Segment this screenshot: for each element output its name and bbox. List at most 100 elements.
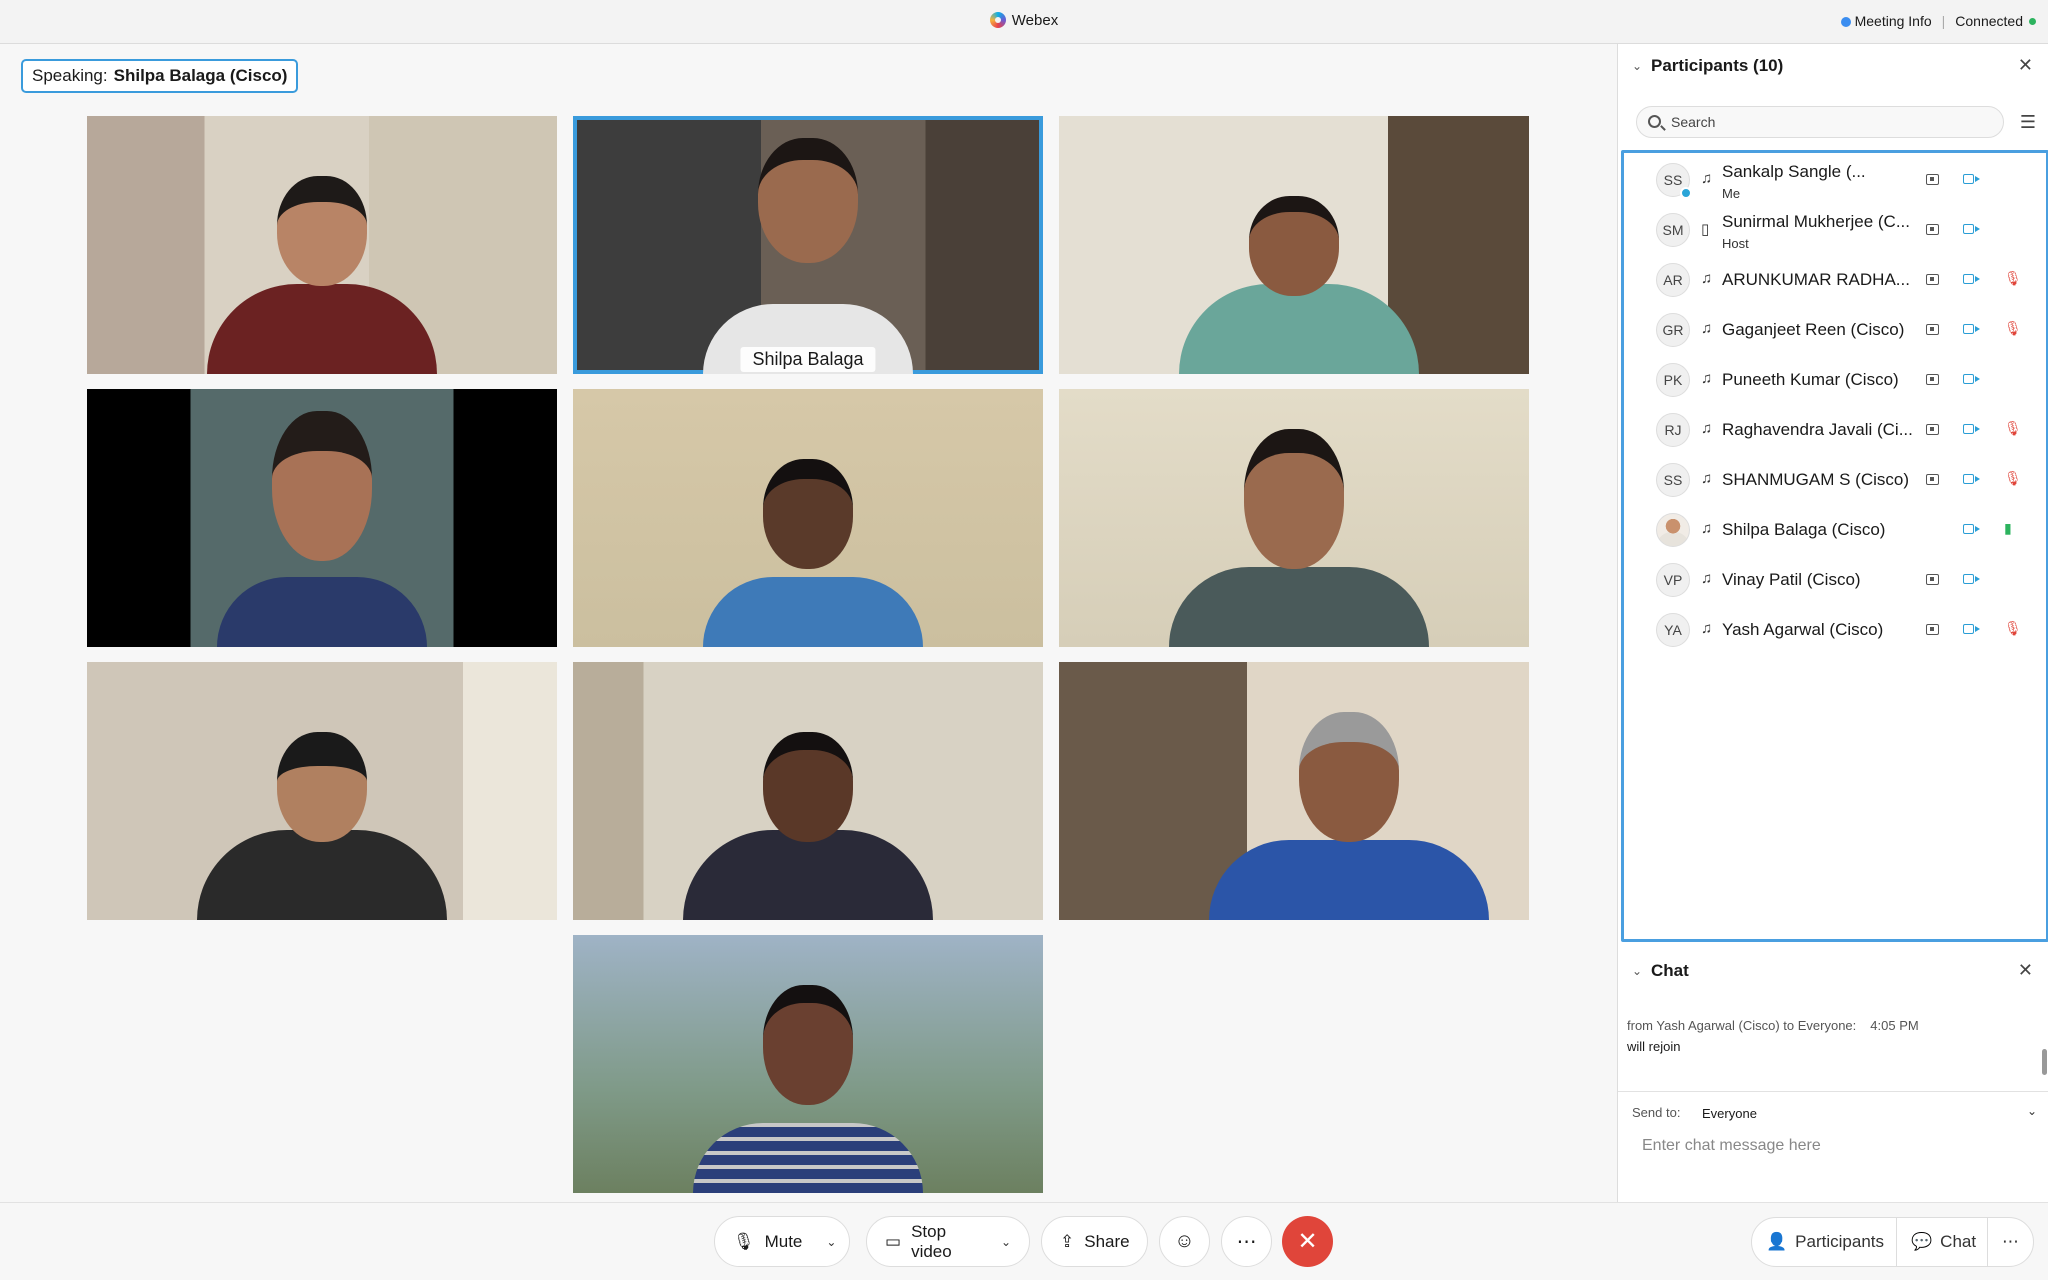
participant-row[interactable]: PK ♫ Puneeth Kumar (Cisco) [1624,355,2046,405]
avatar: PK [1656,363,1690,397]
participant-row[interactable]: AR ♫ ARUNKUMAR RADHA... 🎙 [1624,255,2046,305]
video-tile-6[interactable] [1059,389,1529,647]
ellipsis-icon: ⋯ [2002,1232,2019,1251]
microphone-muted-icon[interactable]: 🎙 [2004,320,2022,337]
participant-body [217,577,427,647]
chat-title: Chat [1651,961,1689,980]
person-icon: 👤 [1766,1232,1788,1251]
video-camera-icon [1963,524,1980,534]
video-camera-icon [1963,574,1980,584]
video-tile-7[interactable] [87,662,557,920]
tile-name-label: Shilpa Balaga [740,347,876,372]
avatar-initials: RJ [1664,422,1682,438]
avatar-initials: SM [1662,222,1684,238]
leave-meeting-button[interactable]: ✕ [1282,1216,1333,1267]
participants-search-input[interactable]: Search [1636,106,2004,138]
chat-message-meta: from Yash Agarwal (Cisco) to Everyone: 4:… [1627,1018,1919,1033]
avatar-initials: VP [1663,572,1683,588]
video-tile-5[interactable] [573,389,1043,647]
video-tile-8[interactable] [573,662,1043,920]
avatar: SM [1656,213,1690,247]
participants-toggle-button[interactable]: 👤 Participants [1751,1217,1899,1267]
participant-row[interactable]: SS ♫ SHANMUGAM S (Cisco) 🎙 [1624,455,2046,505]
share-button[interactable]: ⇪ Share [1041,1216,1148,1267]
video-tile-1[interactable] [87,116,557,374]
collapse-chevron-icon[interactable]: ⌄ [1632,964,1642,978]
chat-section: ⌄ Chat ✕ from Yash Agarwal (Cisco) to Ev… [1618,949,2048,1202]
smiley-icon: ☺ [1174,1230,1195,1252]
chat-toggle-button[interactable]: 💬 Chat [1896,1217,1992,1267]
avatar-initials: SS [1663,472,1683,488]
send-to-label: Send to: [1632,1105,1681,1120]
video-tile-4[interactable] [87,389,557,647]
chevron-down-icon[interactable]: ⌄ [2027,1104,2037,1118]
sort-icon[interactable]: ☰ [2020,112,2036,133]
participant-head [763,732,853,842]
microphone-muted-icon[interactable]: 🎙 [2004,270,2022,287]
app-title: Webex [0,12,2048,29]
video-tile-speaker[interactable]: Shilpa Balaga [573,116,1043,374]
microphone-muted-icon[interactable]: 🎙 [2004,470,2022,487]
collapse-chevron-icon[interactable]: ⌄ [1632,59,1642,73]
send-to-select[interactable]: Everyone [1702,1106,1757,1121]
phone-icon: ▯ [1701,221,1710,238]
participant-row[interactable]: GR ♫ Gaganjeet Reen (Cisco) 🎙 [1624,305,2046,355]
ellipsis-icon: ⋯ [1236,1231,1257,1253]
avatar-initials: YA [1664,622,1682,638]
meeting-info-button[interactable]: Meeting Info [1840,13,1932,29]
video-stage: Speaking: Shilpa Balaga (Cisco) Shilpa Ba… [0,44,1617,1202]
chat-scrollbar[interactable] [2042,1049,2047,1075]
participant-name: Gaganjeet Reen (Cisco) [1722,320,1905,339]
headset-icon: ♫ [1701,470,1713,487]
video-tile-9[interactable] [1059,662,1529,920]
chat-message-input[interactable]: Enter chat message here [1642,1137,1821,1155]
screen-share-icon [1926,224,1939,235]
avatar: SS [1656,163,1692,199]
headset-icon: ♫ [1701,270,1713,287]
mute-button[interactable]: 🎙 Mute ⌄ [714,1216,850,1267]
participant-row[interactable]: ♫ Shilpa Balaga (Cisco) ▮ [1624,505,2046,555]
participant-head [1244,429,1344,569]
headset-icon: ♫ [1701,420,1713,437]
participant-head [763,459,853,569]
headset-icon: ♫ [1701,570,1713,587]
more-options-button[interactable]: ⋯ [1221,1216,1272,1267]
connection-status: Connected [1955,13,2036,29]
search-icon [1648,115,1661,128]
stop-video-button[interactable]: ▭ Stop video ⌄ [866,1216,1030,1267]
participant-row[interactable]: YA ♫ Yash Agarwal (Cisco) 🎙 [1624,605,2046,655]
presence-status-icon [1680,187,1692,199]
participant-row[interactable]: VP ♫ Vinay Patil (Cisco) [1624,555,2046,605]
video-tile-10[interactable] [573,935,1043,1193]
participant-name: Vinay Patil (Cisco) [1722,570,1861,589]
avatar: AR [1656,263,1690,297]
avatar: SS [1656,463,1690,497]
video-camera-icon [1963,324,1980,334]
participant-row[interactable]: SS ♫ Sankalp Sangle (... Me [1624,155,2046,205]
microphone-muted-icon[interactable]: 🎙 [2004,620,2022,637]
chevron-down-icon[interactable]: ⌄ [826,1235,836,1249]
screen-share-icon [1926,424,1939,435]
more-panels-button[interactable]: ⋯ [1987,1217,2034,1267]
microphone-muted-icon[interactable]: 🎙 [2004,420,2022,437]
microphone-icon[interactable]: ▮ [2004,520,2012,537]
participant-body [197,830,447,920]
screen-share-icon [1926,474,1939,485]
side-panel: ⌄ Participants (10) ✕ Search ☰ SS ♫ Sankal… [1617,44,2048,1202]
panel-toggle-bar: 👤 Participants 💬 Chat ⋯ [1617,1202,2048,1280]
participants-header: ⌄ Participants (10) ✕ [1618,44,2048,88]
video-camera-icon [1963,224,1980,234]
close-chat-icon[interactable]: ✕ [2018,960,2033,981]
participant-row[interactable]: SM ▯ Sunirmal Mukherjee (C... Host [1624,205,2046,255]
share-icon: ⇪ [1060,1231,1075,1251]
chevron-down-icon[interactable]: ⌄ [1001,1235,1011,1249]
close-participants-icon[interactable]: ✕ [2018,55,2033,76]
headset-icon: ♫ [1701,320,1713,337]
screen-share-icon [1926,374,1939,385]
video-tile-3[interactable] [1059,116,1529,374]
participant-row[interactable]: RJ ♫ Raghavendra Javali (Ci... 🎙 [1624,405,2046,455]
headset-icon: ♫ [1701,170,1713,187]
avatar: YA [1656,613,1690,647]
video-camera-icon [1963,474,1980,484]
reactions-button[interactable]: ☺ [1159,1216,1210,1267]
